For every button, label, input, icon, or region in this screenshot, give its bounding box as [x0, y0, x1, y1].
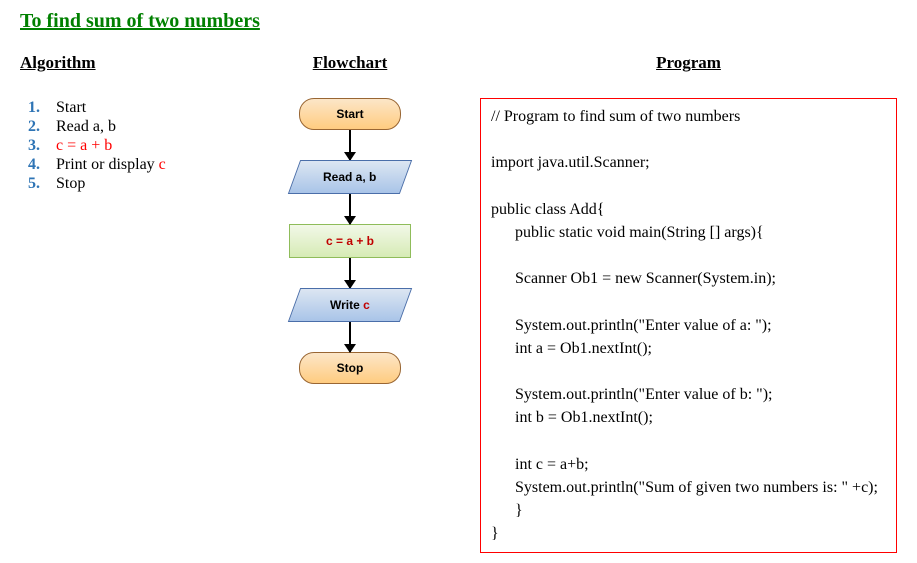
step-text-main: Print or display: [56, 156, 159, 173]
flowchart-column: Flowchart Start Read a, b c = a + b Writ…: [260, 53, 440, 384]
flow-start: Start: [299, 98, 401, 130]
flow-stop: Stop: [299, 352, 401, 384]
flow-write-prefix: Write: [330, 298, 363, 312]
step-text: c = a + b: [56, 137, 112, 155]
step-number: 3.: [28, 137, 56, 155]
step-number: 2.: [28, 118, 56, 136]
algorithm-step: 3. c = a + b: [28, 137, 220, 155]
algorithm-step: 1. Start: [28, 99, 220, 117]
algorithm-list: 1. Start 2. Read a, b 3. c = a + b 4. Pr…: [20, 98, 220, 194]
step-text: Stop: [56, 175, 85, 193]
step-text-var: c: [159, 156, 166, 173]
columns: Algorithm 1. Start 2. Read a, b 3. c = a…: [20, 53, 897, 553]
step-number: 1.: [28, 99, 56, 117]
flow-arrow-icon: [349, 322, 351, 352]
program-column: Program // Program to find sum of two nu…: [480, 53, 897, 553]
step-text: Start: [56, 99, 86, 117]
program-heading: Program: [656, 53, 721, 73]
algorithm-column: Algorithm 1. Start 2. Read a, b 3. c = a…: [20, 53, 220, 194]
flow-io-write: Write c: [288, 288, 412, 322]
step-text: Read a, b: [56, 118, 116, 136]
step-number: 5.: [28, 175, 56, 193]
algorithm-step: 5. Stop: [28, 175, 220, 193]
flowchart-heading: Flowchart: [313, 53, 388, 73]
flow-io-write-label: Write c: [330, 298, 370, 312]
algorithm-heading: Algorithm: [20, 53, 96, 73]
flow-io-read: Read a, b: [288, 160, 412, 194]
flow-arrow-icon: [349, 194, 351, 224]
flow-write-var: c: [363, 298, 370, 312]
page-title: To find sum of two numbers: [20, 10, 897, 33]
step-text: Print or display c: [56, 156, 166, 174]
algorithm-step: 4. Print or display c: [28, 156, 220, 174]
flow-arrow-icon: [349, 258, 351, 288]
flow-io-read-label: Read a, b: [323, 170, 376, 184]
step-number: 4.: [28, 156, 56, 174]
flowchart: Start Read a, b c = a + b Write c Stop: [289, 98, 411, 384]
flow-process: c = a + b: [289, 224, 411, 258]
algorithm-step: 2. Read a, b: [28, 118, 220, 136]
program-code: // Program to find sum of two numbers im…: [480, 98, 897, 553]
flow-arrow-icon: [349, 130, 351, 160]
